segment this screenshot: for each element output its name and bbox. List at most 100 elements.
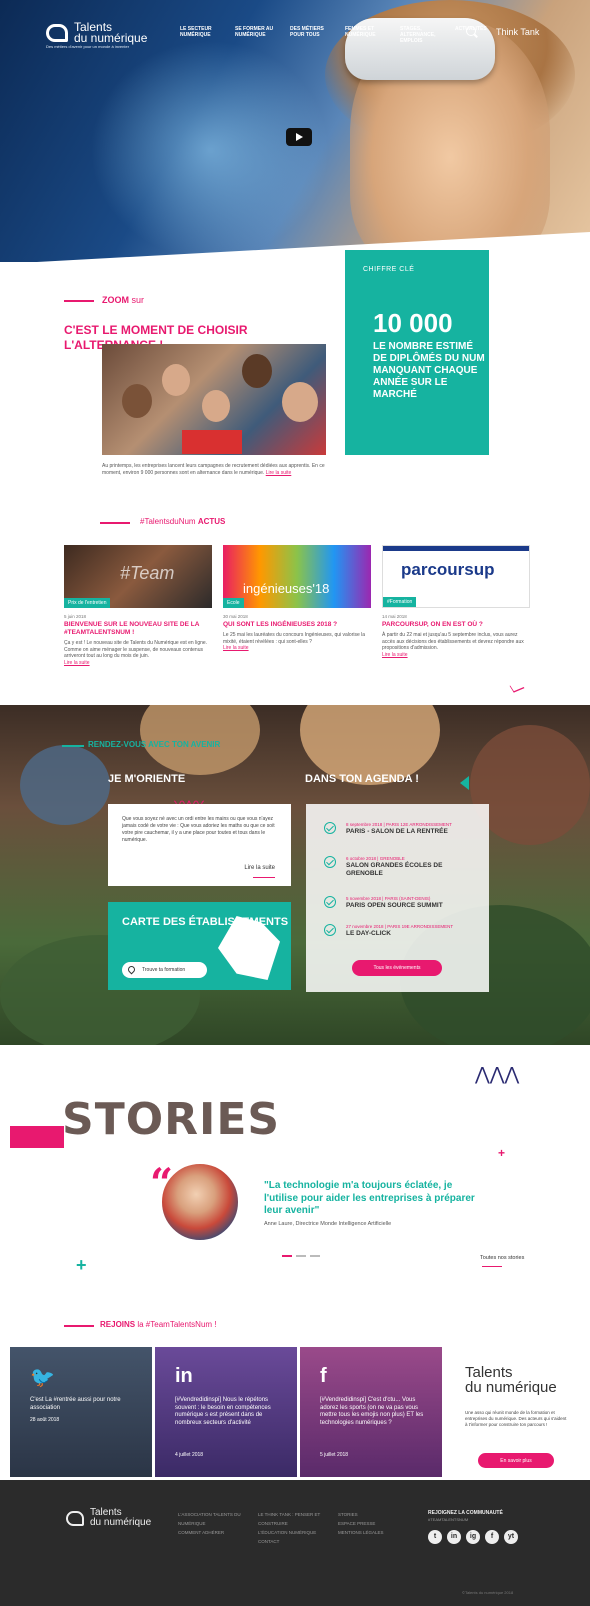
check-icon	[324, 896, 336, 908]
avenir-tag: RENDEZ-VOUS AVEC TON AVENIR	[88, 740, 221, 749]
instagram-icon[interactable]: ig	[466, 1530, 480, 1544]
post-text: [#Vendredidinspi] Nous le répétons souve…	[175, 1397, 271, 1426]
news-read-more[interactable]: Lire la suite	[382, 652, 530, 658]
zoom-divider	[64, 300, 94, 302]
key-figure-number: 10 000	[373, 308, 453, 338]
news-tag[interactable]: Ecole	[223, 598, 244, 608]
zoom-read-more[interactable]: Lire la suite	[266, 470, 292, 476]
zoom-label: ZOOM sur	[102, 295, 145, 305]
all-stories-link[interactable]: Toutes nos stories	[480, 1255, 524, 1261]
social-post-linkedin[interactable]: in [#Vendredidinspi] Nous le répétons so…	[155, 1347, 297, 1477]
rejoins-label: REJOINS la #TeamTalentsNum !	[100, 1320, 217, 1329]
play-video-button[interactable]	[286, 128, 312, 146]
news-body: Ça y est ! Le nouveau site de Talents du…	[64, 640, 208, 659]
footer-link[interactable]: L'ASSOCIATION TALENTS DU NUMÉRIQUE	[178, 1510, 254, 1528]
quote-icon: “	[150, 1160, 174, 1207]
twitter-icon[interactable]: t	[428, 1530, 442, 1544]
footer-link[interactable]: LE THINK TANK : PENSER ET CONSTRUIRE	[258, 1510, 338, 1528]
carousel-dot[interactable]	[310, 1255, 320, 1257]
news-read-more[interactable]: Lire la suite	[223, 645, 371, 651]
nav-item-stages[interactable]: Stages, alternance, emplois	[400, 26, 446, 44]
hero-glow	[90, 40, 330, 260]
event-name: LE DAY-CLICK	[346, 930, 391, 937]
main-nav: Le secteur numérique Se former au numéri…	[180, 26, 487, 44]
footer-column: STORIES ESPACE PRESSE MENTIONS LÉGALES	[338, 1510, 418, 1537]
footer-link[interactable]: STORIES	[338, 1510, 418, 1519]
hero-banner: Talents du numérique Des métiers d'aveni…	[0, 0, 590, 262]
event-date: 5 novembre 2018 | PARIS (SAINT-DENIS)	[346, 896, 431, 901]
news-card[interactable]: parcoursup #Formation 14 mai 2018 PARCOU…	[382, 545, 530, 658]
social-post-twitter[interactable]: 🐦 C'est La #rentrée aussi pour notre ass…	[10, 1347, 152, 1477]
arrow-right-icon	[482, 1266, 502, 1267]
nav-item-secteur[interactable]: Le secteur numérique	[180, 26, 226, 44]
zoom-photo	[102, 344, 326, 455]
news-card[interactable]: #Team Prix de l'entretien 5 juin 2018 BI…	[64, 545, 212, 666]
zigzag-decoration-icon: ⋀⋀⋀	[475, 1064, 520, 1084]
news-body: Le 25 mai les lauréates du concours Ingé…	[223, 632, 366, 645]
footer-column: LE THINK TANK : PENSER ET CONSTRUIRE L'É…	[258, 1510, 338, 1546]
youtube-icon[interactable]: yt	[504, 1530, 518, 1544]
news-image: #Team Prix de l'entretien	[64, 545, 212, 608]
news-date: 5 juin 2018	[64, 614, 87, 619]
nav-item-metiers[interactable]: Des métiers pour tous	[290, 26, 336, 44]
plus-decoration-icon: +	[498, 1146, 506, 1160]
brand-title: Talents du numérique	[465, 1364, 557, 1396]
site-logo[interactable]: Talents du numérique Des métiers d'aveni…	[46, 21, 147, 49]
news-title[interactable]: PARCOURSUP, ON EN EST OÙ ?	[382, 621, 530, 629]
search-icon[interactable]	[466, 26, 476, 36]
triangle-decoration-icon	[460, 776, 469, 790]
footer-link[interactable]: CONTACT	[258, 1537, 338, 1546]
post-text: C'est La #rentrée aussi pour notre assoc…	[30, 1397, 121, 1411]
arrow-right-icon	[253, 877, 275, 878]
footer-link[interactable]: COMMENT ADHÉRER	[178, 1528, 254, 1537]
join-community-title: REJOIGNEZ LA COMMUNAUTÉ	[428, 1510, 503, 1516]
brand-card: Talents du numérique Une asso qui réunit…	[445, 1347, 575, 1477]
event-date: 6 octobre 2018 | GRENOBLE	[346, 856, 405, 861]
news-card[interactable]: ingénieuses'18 Ecole 30 mai 2018 QUI SON…	[223, 545, 371, 651]
learn-more-button[interactable]: En savoir plus	[478, 1453, 554, 1468]
carousel-dots[interactable]	[282, 1255, 320, 1257]
copyright: ©Talents du numérique 2018	[462, 1590, 514, 1595]
footer: Talents du numérique L'ASSOCIATION TALEN…	[0, 1480, 590, 1606]
story-author: Anne Laure, Directrice Monde Intelligenc…	[264, 1221, 392, 1227]
key-figure-description: LE NOMBRE ESTIMÉ DE DIPLÔMÉS DU NUM MANQ…	[373, 341, 485, 400]
nav-item-femmes[interactable]: Femmes et numérique	[345, 26, 391, 44]
news-title[interactable]: QUI SONT LES INGÉNIEUSES 2018 ?	[223, 621, 371, 629]
key-figure-card: CHIFFRE CLÉ 10 000 LE NOMBRE ESTIMÉ DE D…	[345, 250, 489, 455]
carousel-dot[interactable]	[282, 1255, 292, 1257]
news-image: ingénieuses'18 Ecole	[223, 545, 371, 608]
news-tag[interactable]: Prix de l'entretien	[64, 598, 111, 608]
zoom-text: Au printemps, les entreprises lancent le…	[102, 463, 325, 476]
carousel-dot[interactable]	[296, 1255, 306, 1257]
check-icon	[324, 856, 336, 868]
carte-card[interactable]: CARTE DES ÉTABLISSEMENTS Trouve ta forma…	[108, 902, 291, 990]
news-date: 14 mai 2018	[382, 614, 407, 619]
post-date: 5 juillet 2018	[320, 1452, 349, 1458]
footer-logo[interactable]: Talents du numérique	[66, 1508, 151, 1528]
community-hashtag: #TEAMTALENTSNUM	[428, 1517, 469, 1522]
event-date: 8 septembre 2018 | PARIS 12E ARRONDISSEM…	[346, 822, 452, 827]
page: Talents du numérique Des métiers d'aveni…	[0, 0, 590, 1606]
news-title[interactable]: BIENVENUE SUR LE NOUVEAU SITE DE LA #TEA…	[64, 621, 212, 637]
footer-link[interactable]: ESPACE PRESSE	[338, 1519, 418, 1528]
news-tag[interactable]: #Formation	[383, 597, 417, 607]
find-training-button[interactable]: Trouve ta formation	[122, 962, 207, 978]
footer-link[interactable]: L'ÉDUCATION NUMÉRIQUE	[258, 1528, 338, 1537]
actus-label: #TalentsduNum ACTUS	[140, 517, 226, 526]
news-read-more[interactable]: Lire la suite	[64, 660, 212, 666]
nav-item-former[interactable]: Se former au numérique	[235, 26, 281, 44]
footer-column: L'ASSOCIATION TALENTS DU NUMÉRIQUE COMME…	[178, 1510, 254, 1537]
orient-read-more[interactable]: Lire la suite	[244, 865, 275, 872]
stories-accent-bar	[10, 1126, 64, 1148]
footer-link[interactable]: MENTIONS LÉGALES	[338, 1528, 418, 1537]
think-tank-link[interactable]: Think Tank	[496, 27, 539, 37]
all-events-button[interactable]: Tous les événements	[352, 960, 442, 976]
linkedin-icon[interactable]: in	[447, 1530, 461, 1544]
event-name: SALON GRANDES ÉCOLES DE GRENOBLE	[346, 862, 443, 877]
news-body: À partir du 22 mai et jusqu'au 5 septemb…	[382, 632, 524, 651]
event-name: PARIS - SALON DE LA RENTRÉE	[346, 828, 448, 835]
event-date: 27 novembre 2018 | PARIS 19E ARRONDISSEM…	[346, 924, 454, 929]
rejoins-divider	[64, 1325, 94, 1327]
facebook-icon[interactable]: f	[485, 1530, 499, 1544]
social-post-facebook[interactable]: f [#Vendredidinspi] C'est d'ctu... Vous …	[300, 1347, 442, 1477]
